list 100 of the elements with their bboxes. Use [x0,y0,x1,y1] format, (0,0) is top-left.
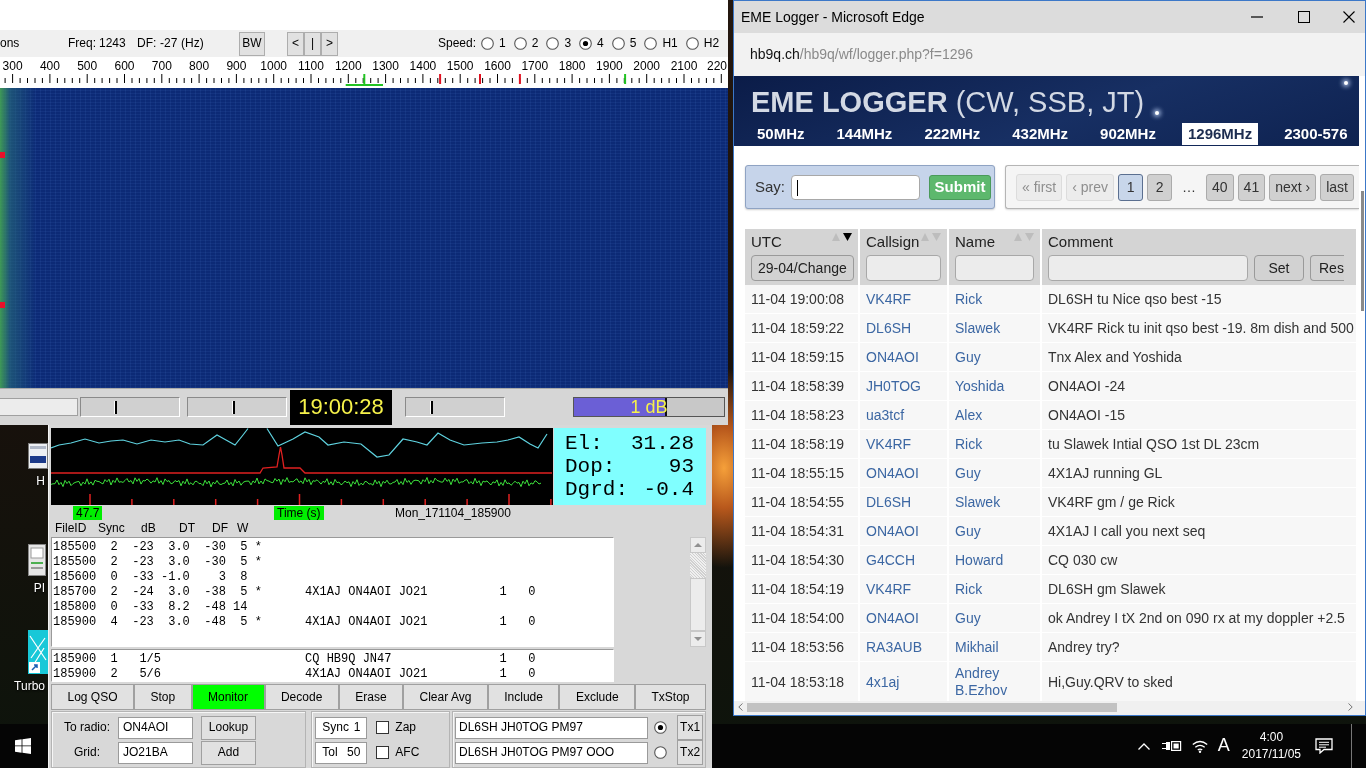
notification-icon[interactable] [1315,738,1333,754]
callsign-link[interactable]: ua3tcf [866,407,905,423]
close-icon[interactable] [1343,11,1355,23]
band-tab[interactable]: 1296MHz [1181,123,1259,145]
spin-field[interactable]: Tol 50 [315,741,368,764]
speed-radio[interactable] [546,37,560,50]
command-button[interactable]: Add [201,740,256,765]
bandwidth-button[interactable]: BW [239,31,265,56]
address-text[interactable]: hb9q.ch/hb9q/wf/logger.php?f=1296 [750,46,974,63]
scrollbar-thumb[interactable] [690,577,706,631]
clock-date[interactable]: 2017/11/05 [1241,746,1301,763]
sort-icon[interactable] [832,233,852,241]
windows-logo-icon[interactable] [15,738,31,754]
window-icon[interactable] [28,443,48,469]
callsign-link[interactable]: VK4RF [866,291,912,307]
tx-radio[interactable] [654,746,668,759]
desktop-icon-label[interactable]: Turbo [0,679,48,694]
nav-button[interactable]: < [287,31,304,56]
slider-thumb[interactable] [232,401,236,414]
band-tab[interactable]: 432MHz [1006,123,1075,145]
checkbox[interactable] [376,746,390,759]
scrollbar-thumb[interactable] [747,702,1117,712]
page-button[interactable]: last [1320,173,1354,201]
name-link[interactable]: Howard [955,550,1034,570]
column-header[interactable]: Callsign [860,229,949,254]
checkbox[interactable] [376,721,390,734]
command-button[interactable]: Stop [133,684,192,710]
page-button[interactable]: 40 [1206,173,1234,201]
chevron-up-icon[interactable] [1137,742,1150,750]
name-link[interactable]: Guy [955,521,1034,541]
page-button[interactable]: 41 [1237,173,1266,201]
slider[interactable] [405,397,505,417]
column-header[interactable]: Name [949,229,1042,254]
command-button[interactable]: Clear Avg [403,684,488,710]
transmit-button[interactable]: Tx1 [677,715,703,740]
speed-radio[interactable] [611,37,625,50]
tx-radio[interactable] [654,721,668,734]
slider[interactable] [187,397,287,417]
name-link[interactable]: Rick [955,434,1034,454]
filter-input[interactable] [866,255,941,281]
command-button[interactable]: Erase [338,684,404,710]
band-tab[interactable]: 902MHz [1094,123,1162,145]
name-link[interactable]: Slawek [955,492,1034,512]
input-field[interactable] [0,398,78,416]
name-link[interactable]: Slawek [955,318,1034,338]
desktop-icon-label[interactable]: H [0,474,48,489]
text-field[interactable]: ON4AOI [118,716,193,739]
callsign-link[interactable]: RA3AUB [866,639,923,655]
name-link[interactable]: Alex [955,405,1034,425]
menu-item[interactable]: ons [0,36,68,51]
input-language-indicator[interactable]: A [1217,735,1230,757]
maximize-icon[interactable] [1298,11,1310,23]
speed-radio[interactable] [685,37,699,50]
clock-time[interactable]: 4:00 [1241,729,1301,746]
name-link[interactable]: Guy [955,608,1034,628]
column-header[interactable]: UTC [745,229,860,254]
column-header[interactable]: Comment [1042,229,1358,254]
filter-input[interactable] [1048,255,1248,281]
transmit-button[interactable]: Tx2 [677,740,703,765]
message-field[interactable]: DL6SH JH0TOG PM97 OOO [455,741,649,764]
band-tab[interactable]: 50MHz [751,123,811,145]
callsign-link[interactable]: JH0TOG [866,378,921,394]
slider-thumb[interactable] [114,401,118,414]
slider-thumb[interactable] [429,401,433,414]
callsign-link[interactable]: ON4AOI [866,523,919,539]
callsign-link[interactable]: DL6SH [866,320,912,336]
command-button[interactable]: Lookup [201,715,256,740]
name-link[interactable]: Yoshida [955,376,1034,396]
name-link[interactable]: Rick [955,289,1034,309]
nav-button[interactable]: | [304,31,321,56]
name-link[interactable]: Mikhail [955,637,1034,657]
scrollbar-thumb[interactable] [1361,191,1364,311]
command-button[interactable]: Monitor [191,684,265,710]
name-link[interactable]: Andrey B.Ezhov [955,665,1034,699]
command-button[interactable]: Decode [264,684,339,710]
command-button[interactable]: Exclude [559,684,636,710]
callsign-link[interactable]: ON4AOI [866,349,919,365]
say-input[interactable] [791,174,920,200]
callsign-link[interactable]: DL6SH [866,494,912,510]
callsign-link[interactable]: ON4AOI [866,465,919,481]
callsign-link[interactable]: VK4RF [866,436,912,452]
wifi-icon[interactable] [1191,739,1208,753]
filter-button[interactable]: Set [1254,255,1304,281]
callsign-link[interactable]: VK4RF [866,581,912,597]
device-icon[interactable] [28,544,46,576]
speed-radio[interactable] [579,37,593,50]
message-field[interactable]: DL6SH JH0TOG PM97 [455,716,649,739]
name-link[interactable]: Guy [955,347,1034,367]
speed-radio[interactable] [644,37,658,50]
scroll-down-icon[interactable] [690,631,706,647]
filter-button[interactable]: 29-04/Change [751,255,854,281]
filter-input[interactable] [955,255,1034,281]
command-button[interactable]: TxStop [635,684,706,710]
spin-field[interactable]: Sync 1 [315,716,368,739]
scroll-left-icon[interactable] [738,703,743,711]
name-link[interactable]: Guy [955,463,1034,483]
speed-radio[interactable] [513,37,527,50]
slider[interactable] [80,397,180,417]
page-button[interactable]: next › [1269,173,1317,201]
scroll-right-icon[interactable] [1348,703,1353,711]
